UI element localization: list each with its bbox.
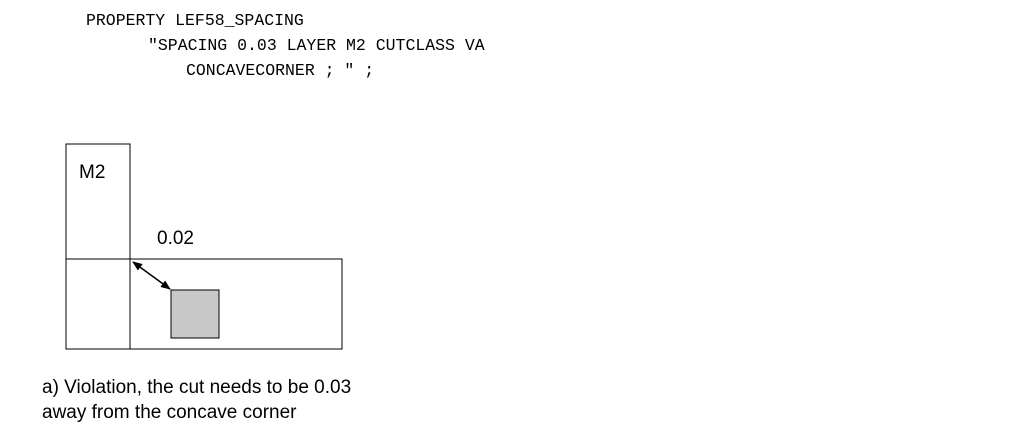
caption-line-2: away from the concave corner bbox=[42, 402, 297, 423]
layer-label: M2 bbox=[79, 162, 105, 183]
caption-line-1: a) Violation, the cut needs to be 0.03 bbox=[42, 377, 352, 398]
distance-label: 0.02 bbox=[157, 228, 194, 249]
spacing-arrow bbox=[132, 261, 171, 290]
caption: a) Violation, the cut needs to be 0.03 a… bbox=[42, 375, 351, 425]
cut-via-square bbox=[170, 289, 220, 339]
